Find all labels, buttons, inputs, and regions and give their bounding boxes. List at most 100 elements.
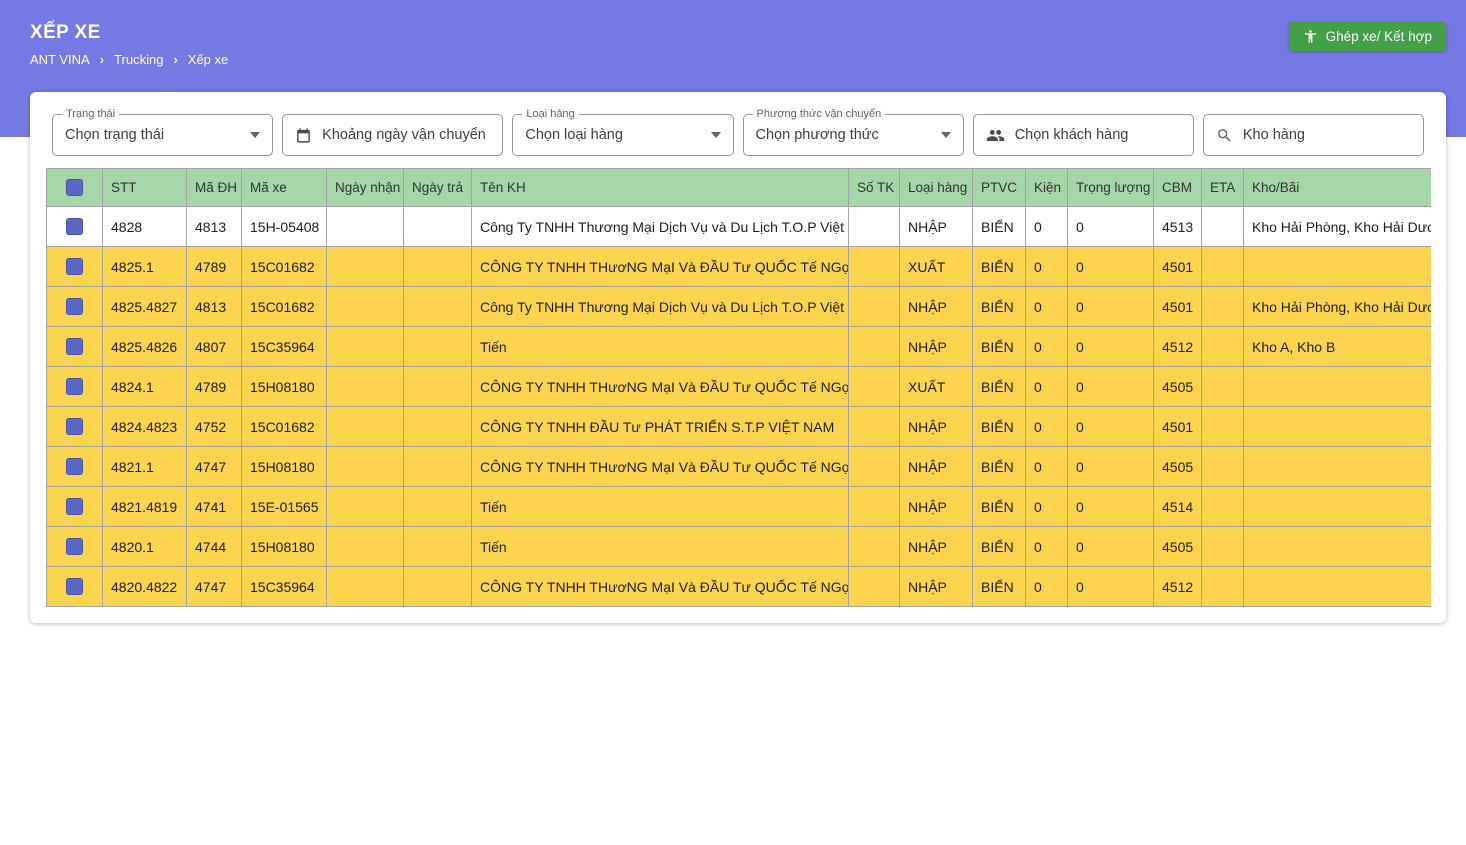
cell-trong-luong: 0 (1068, 447, 1154, 487)
cell-stt: 4825.4827 (103, 287, 187, 327)
cell-trong-luong: 0 (1068, 327, 1154, 367)
filter-date-range-value: Khoảng ngày vận chuyển (322, 127, 490, 143)
cell-kien: 0 (1026, 447, 1068, 487)
cell-ten-kh: Tiến (472, 487, 849, 527)
table-row[interactable]: 4821.4819474115E-01565TiếnNHẬPBIỂN004514 (47, 487, 1432, 527)
person-icon (1303, 29, 1318, 44)
cell-kien: 0 (1026, 487, 1068, 527)
cell-ma-dh: 4807 (187, 327, 242, 367)
cell-ngay-nhan (327, 367, 404, 407)
cell-kho-bai (1244, 567, 1432, 607)
ghep-xe-button[interactable]: Ghép xe/ Kết hợp (1289, 22, 1446, 51)
cell-loai-hang: XUẤT (900, 367, 973, 407)
cell-trong-luong: 0 (1068, 527, 1154, 567)
column-header-trong-luong: Trọng lượng (1068, 169, 1154, 207)
table-row[interactable]: 4825.4827481315C01682Công Ty TNHH Thương… (47, 287, 1432, 327)
cell-stt: 4825.1 (103, 247, 187, 287)
cell-eta (1202, 207, 1244, 247)
cell-ma-dh: 4789 (187, 247, 242, 287)
row-checkbox-cell (47, 327, 103, 367)
breadcrumb-item-ant-vina[interactable]: ANT VINA (30, 52, 90, 67)
cell-stt: 4824.4823 (103, 407, 187, 447)
filter-loai-hang[interactable]: Loại hàng Chọn loại hàng (512, 114, 733, 156)
cell-cbm: 4501 (1154, 407, 1202, 447)
table-row[interactable]: 4824.4823475215C01682CÔNG TY TNHH ĐẦU Tư… (47, 407, 1432, 447)
column-header-stt: STT (103, 169, 187, 207)
filter-kho-hang[interactable]: Kho hàng (1203, 114, 1424, 156)
cell-kho-bai (1244, 367, 1432, 407)
row-checkbox[interactable] (66, 538, 83, 555)
filter-khach-hang[interactable]: Chọn khách hàng (973, 114, 1194, 156)
row-checkbox-cell (47, 487, 103, 527)
cell-cbm: 4505 (1154, 447, 1202, 487)
row-checkbox[interactable] (66, 498, 83, 515)
table-row[interactable]: 4821.1474715H08180CÔNG TY TNHH THươNG Mạ… (47, 447, 1432, 487)
cell-ma-xe: 15H08180 (242, 447, 327, 487)
cell-cbm: 4513 (1154, 207, 1202, 247)
cell-cbm: 4501 (1154, 247, 1202, 287)
cell-ptvc: BIỂN (973, 207, 1026, 247)
column-header-ten-kh: Tên KH (472, 169, 849, 207)
cell-cbm: 4514 (1154, 487, 1202, 527)
row-checkbox[interactable] (66, 338, 83, 355)
table-row[interactable]: 4820.1474415H08180TiếnNHẬPBIỂN004505 (47, 527, 1432, 567)
cell-ptvc: BIỂN (973, 487, 1026, 527)
cell-so-tk (849, 207, 900, 247)
row-checkbox[interactable] (66, 218, 83, 235)
column-header-so-tk: Số TK (849, 169, 900, 207)
cell-kien: 0 (1026, 247, 1068, 287)
select-all-checkbox[interactable] (66, 179, 83, 196)
cell-ngay-nhan (327, 327, 404, 367)
column-header-ma-xe: Mã xe (242, 169, 327, 207)
cell-kho-bai: Kho Hải Phòng, Kho Hải Dương (1244, 287, 1432, 327)
breadcrumb-item-trucking[interactable]: Trucking (114, 52, 163, 67)
cell-so-tk (849, 287, 900, 327)
cell-trong-luong: 0 (1068, 367, 1154, 407)
cell-ma-xe: 15C01682 (242, 247, 327, 287)
filter-date-range[interactable]: Khoảng ngày vận chuyển (282, 114, 503, 156)
filter-phuong-thuc[interactable]: Phương thức vận chuyển Chọn phương thức (743, 114, 964, 156)
cell-kien: 0 (1026, 367, 1068, 407)
chevron-right-icon: › (100, 52, 104, 67)
cell-cbm: 4501 (1154, 287, 1202, 327)
cell-ngay-nhan (327, 567, 404, 607)
cell-eta (1202, 287, 1244, 327)
table-row[interactable]: 4825.1478915C01682 CÔNG TY TNHH THươNG Mạ… (47, 247, 1432, 287)
column-header-eta: ETA (1202, 169, 1244, 207)
table-row[interactable]: 4828481315H-05408Công Ty TNHH Thương Mại… (47, 207, 1432, 247)
chevron-down-icon (933, 132, 951, 138)
cell-ma-xe: 15C01682 (242, 287, 327, 327)
cell-eta (1202, 247, 1244, 287)
row-checkbox[interactable] (66, 298, 83, 315)
breadcrumb: ANT VINA › Trucking › Xếp xe (30, 52, 228, 67)
row-checkbox[interactable] (66, 378, 83, 395)
table-row[interactable]: 4820.4822474715C35964CÔNG TY TNHH THươNG… (47, 567, 1432, 607)
filter-phuong-thuc-value: Chọn phương thức (756, 127, 933, 143)
column-header-kien: Kiện (1026, 169, 1068, 207)
column-header-kho-bai: Kho/Bãi (1244, 169, 1432, 207)
cell-ma-xe: 15C35964 (242, 327, 327, 367)
row-checkbox[interactable] (66, 258, 83, 275)
column-header-cbm: CBM (1154, 169, 1202, 207)
cell-cbm: 4505 (1154, 367, 1202, 407)
cell-trong-luong: 0 (1068, 207, 1154, 247)
cell-ma-xe: 15H-05408 (242, 207, 327, 247)
cell-ngay-nhan (327, 247, 404, 287)
cell-ten-kh: Công Ty TNHH Thương Mại Dịch Vụ và Du Lị… (472, 287, 849, 327)
cell-ten-kh: CÔNG TY TNHH THươNG MạI Và ĐẦU Tư QUỐC T… (472, 247, 849, 287)
table-row[interactable]: 4824.1478915H08180CÔNG TY TNHH THươNG Mạ… (47, 367, 1432, 407)
cell-ptvc: BIỂN (973, 287, 1026, 327)
cell-loai-hang: NHẬP (900, 527, 973, 567)
cell-loai-hang: NHẬP (900, 567, 973, 607)
table-row[interactable]: 4825.4826480715C35964TiếnNHẬPBIỂN004512K… (47, 327, 1432, 367)
cell-stt: 4820.4822 (103, 567, 187, 607)
search-icon (1216, 127, 1233, 144)
row-checkbox[interactable] (66, 418, 83, 435)
cell-ngay-nhan (327, 287, 404, 327)
cell-so-tk (849, 407, 900, 447)
filter-trang-thai[interactable]: Trạng thái Chọn trạng thái (52, 114, 273, 156)
row-checkbox[interactable] (66, 458, 83, 475)
cell-ma-xe: 15E-01565 (242, 487, 327, 527)
cell-ma-xe: 15C35964 (242, 567, 327, 607)
row-checkbox[interactable] (66, 578, 83, 595)
